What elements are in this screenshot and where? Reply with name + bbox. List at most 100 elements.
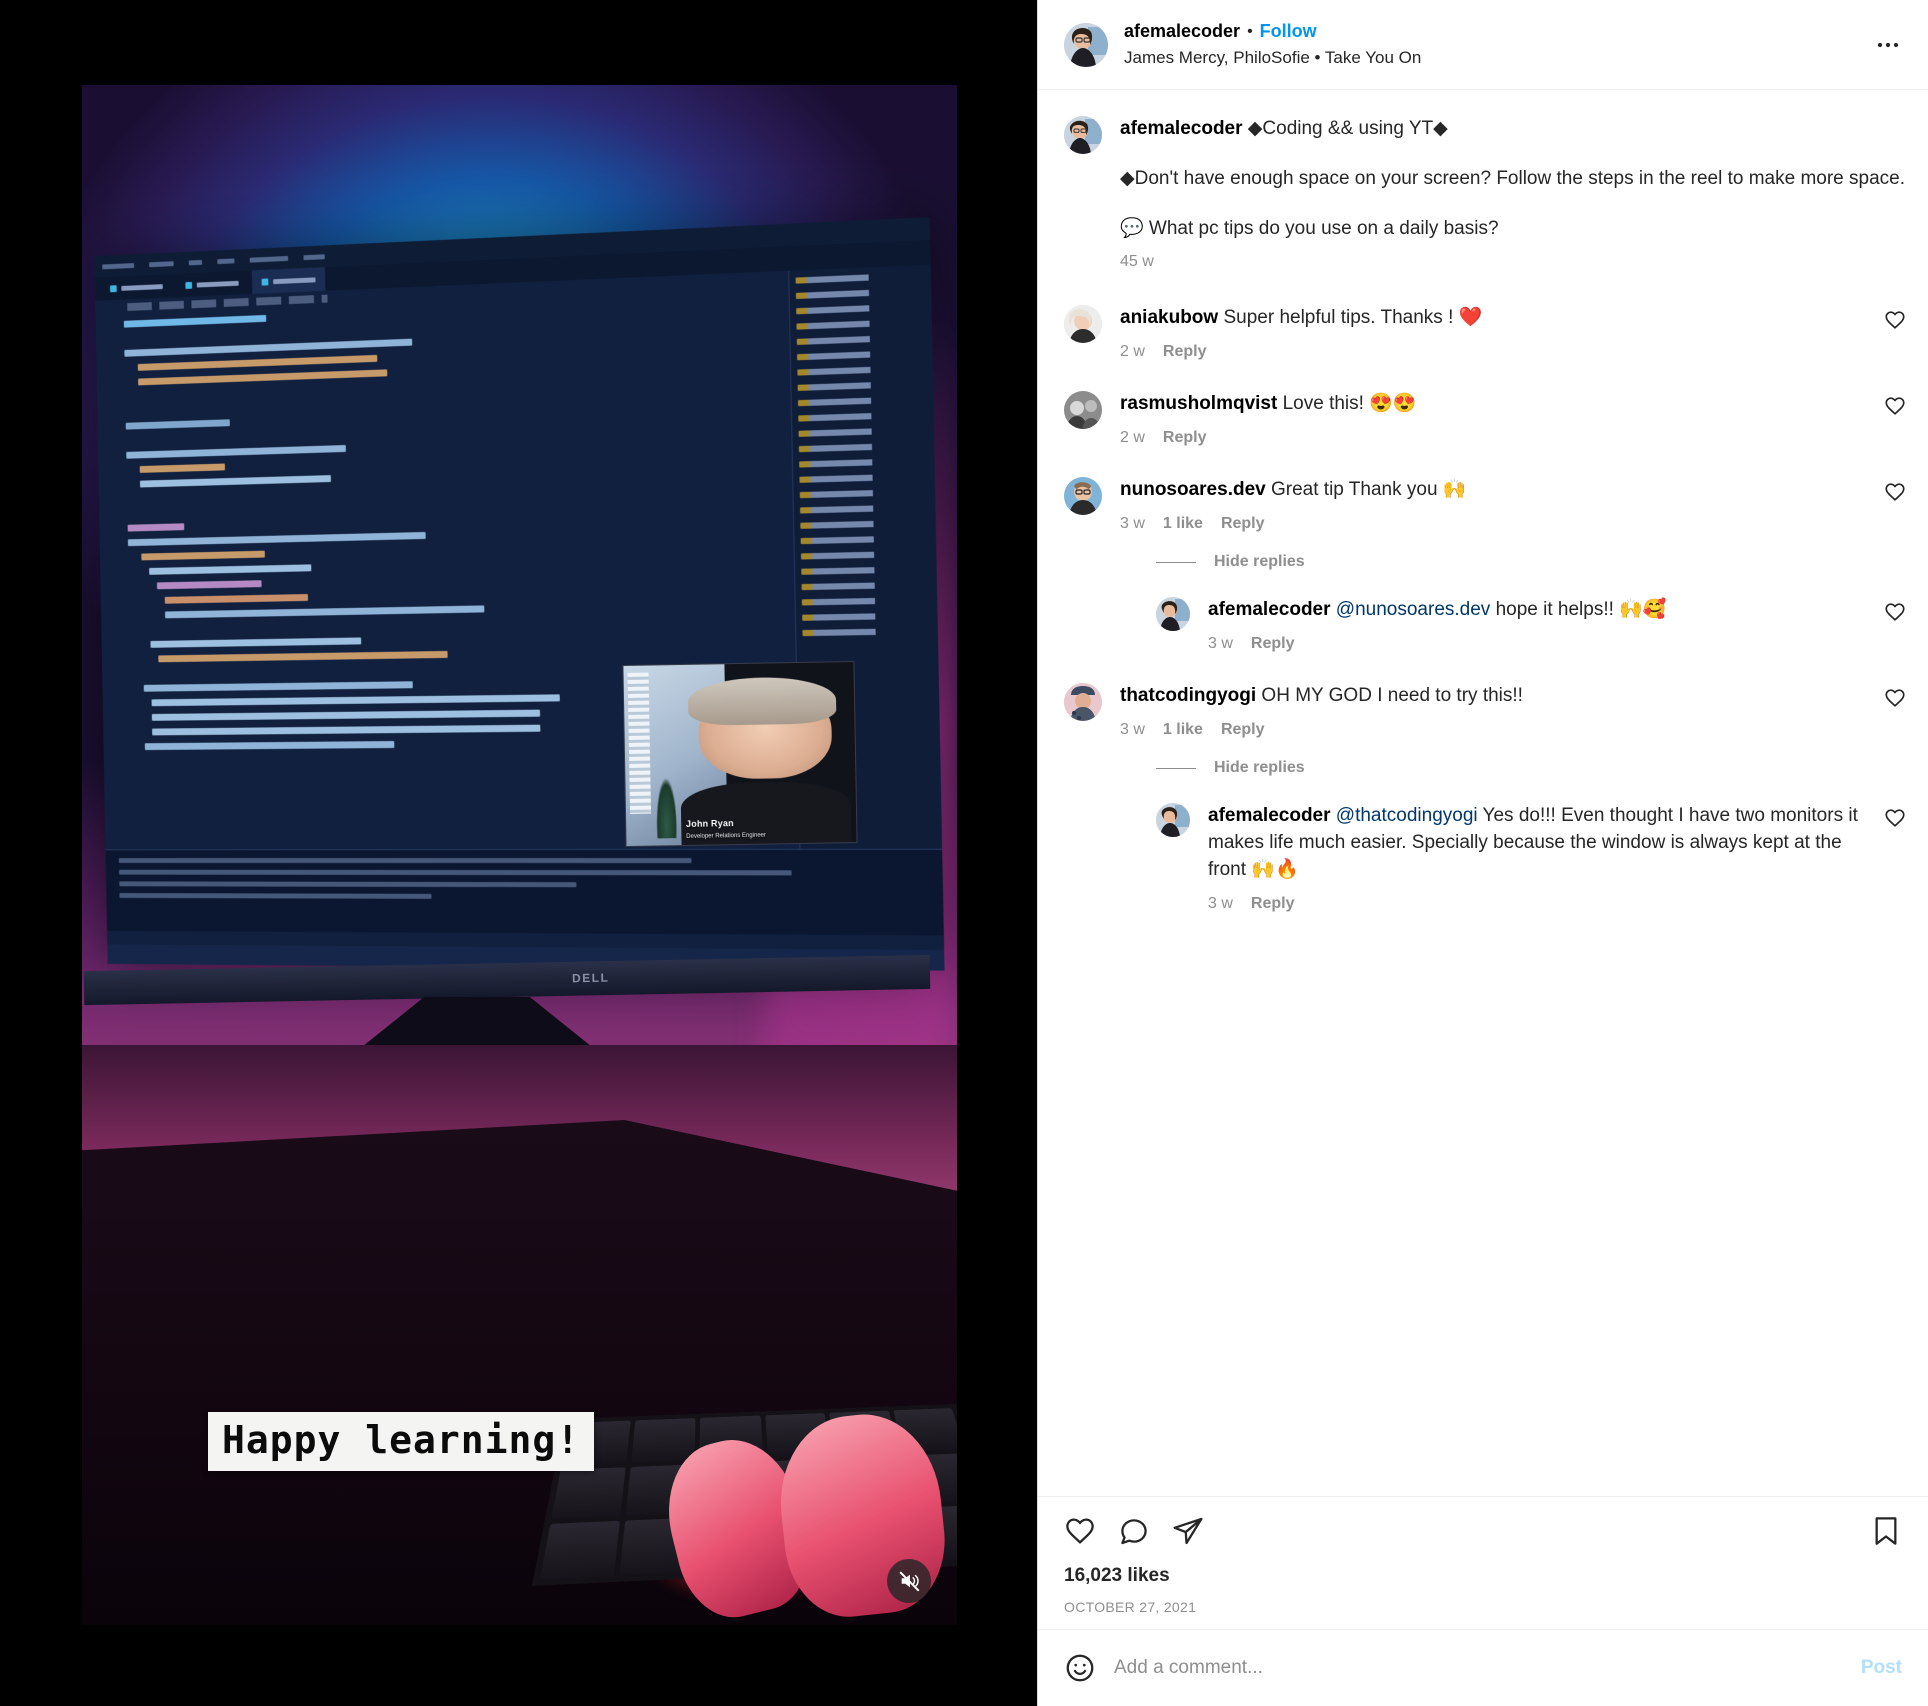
emoji-picker-button[interactable] xyxy=(1064,1652,1096,1684)
likes-count[interactable]: 16,023 likes xyxy=(1064,1565,1902,1587)
editor-terminal xyxy=(105,848,944,936)
like-comment-button[interactable] xyxy=(1870,391,1906,447)
reply-meta: 3 w Reply xyxy=(1208,895,1870,913)
comment-likes[interactable]: 1 like xyxy=(1163,515,1203,533)
picture-in-picture-video[interactable]: John Ryan Developer Relations Engineer xyxy=(622,660,858,848)
save-post-button[interactable] xyxy=(1870,1515,1902,1547)
comment-text-line: nunosoares.dev Great tip Thank you 🙌 xyxy=(1120,477,1870,504)
avatar[interactable] xyxy=(1064,22,1108,67)
comment-body: aniakubow Super helpful tips. Thanks ! ❤… xyxy=(1120,305,1870,361)
bookmark-icon xyxy=(1875,1517,1897,1545)
post-header-meta: afemalecoder • Follow James Mercy, Philo… xyxy=(1124,21,1870,68)
heart-icon xyxy=(1885,311,1905,330)
comment-item: thatcodingyogi OH MY GOD I need to try t… xyxy=(1064,683,1906,739)
audio-attribution[interactable]: James Mercy, PhiloSofie • Take You On xyxy=(1124,48,1870,68)
reply-button[interactable]: Reply xyxy=(1251,895,1295,913)
post-author-username[interactable]: afemalecoder xyxy=(1124,21,1240,43)
reply-button[interactable]: Reply xyxy=(1163,343,1207,361)
hide-replies-toggle[interactable]: Hide replies xyxy=(1156,759,1906,777)
share-icon xyxy=(1173,1517,1203,1545)
video-overlay-caption: Happy learning! xyxy=(208,1412,595,1471)
comment-text: Super helpful tips. Thanks ! ❤️ xyxy=(1218,307,1483,329)
avatar[interactable] xyxy=(1064,305,1102,344)
reply-button[interactable]: Reply xyxy=(1251,635,1295,653)
follow-button[interactable]: Follow xyxy=(1260,21,1317,43)
comment-username[interactable]: aniakubow xyxy=(1120,307,1218,328)
avatar-image xyxy=(1156,597,1190,632)
reply-text-line: afemalecoder @thatcodingyogi Yes do!!! E… xyxy=(1208,803,1870,884)
avatar[interactable] xyxy=(1064,116,1102,154)
comment-meta: 2 w Reply xyxy=(1120,429,1870,447)
avatar[interactable] xyxy=(1156,803,1190,838)
comment-post-button[interactable] xyxy=(1118,1515,1150,1547)
avatar[interactable] xyxy=(1156,597,1190,632)
comment-body: rasmusholmqvist Love this! 😍😍 2 w Reply xyxy=(1120,391,1870,447)
comment-time: 2 w xyxy=(1120,343,1145,361)
avatar[interactable] xyxy=(1064,477,1102,516)
reply-mention[interactable]: @thatcodingyogi xyxy=(1336,805,1478,826)
like-post-button[interactable] xyxy=(1064,1515,1096,1547)
comment-body: nunosoares.dev Great tip Thank you 🙌 3 w… xyxy=(1120,477,1870,533)
comment-item: aniakubow Super helpful tips. Thanks ! ❤… xyxy=(1064,305,1906,361)
reply-body: afemalecoder @nunosoares.dev hope it hel… xyxy=(1208,597,1870,653)
heart-icon xyxy=(1885,809,1905,828)
reply-username[interactable]: afemalecoder xyxy=(1208,805,1331,826)
reply-mention[interactable]: @nunosoares.dev xyxy=(1336,599,1491,620)
comment-text-line: aniakubow Super helpful tips. Thanks ! ❤… xyxy=(1120,305,1870,332)
avatar-image xyxy=(1064,22,1108,67)
post-header: afemalecoder • Follow James Mercy, Philo… xyxy=(1038,0,1928,90)
caption-username[interactable]: afemalecoder xyxy=(1120,118,1243,139)
comment-time: 2 w xyxy=(1120,429,1145,447)
more-options-button[interactable] xyxy=(1870,27,1906,63)
avatar[interactable] xyxy=(1064,391,1102,430)
add-comment-bar: Post xyxy=(1038,1629,1928,1706)
comment-text: OH MY GOD I need to try this!! xyxy=(1256,685,1523,707)
reply-button[interactable]: Reply xyxy=(1163,429,1207,447)
add-comment-input[interactable] xyxy=(1114,1657,1843,1679)
reel-video[interactable]: John Ryan Developer Relations Engineer D… xyxy=(82,85,957,1625)
caption-body: afemalecoder ◆Coding && using YT◆ ◆Don't… xyxy=(1120,116,1906,271)
comment-username[interactable]: thatcodingyogi xyxy=(1120,685,1256,706)
action-icon-row xyxy=(1064,1515,1902,1547)
comment-text-line: thatcodingyogi OH MY GOD I need to try t… xyxy=(1120,683,1870,710)
like-comment-button[interactable] xyxy=(1870,305,1906,361)
caption-paragraph-2: 💬 What pc tips do you use on a daily bas… xyxy=(1120,217,1499,239)
like-comment-button[interactable] xyxy=(1870,803,1906,913)
share-post-button[interactable] xyxy=(1172,1515,1204,1547)
reply-button[interactable]: Reply xyxy=(1221,721,1265,739)
reply-text: hope it helps!! 🙌🥰 xyxy=(1490,599,1667,621)
post-sidebar: afemalecoder • Follow James Mercy, Philo… xyxy=(1037,0,1928,1706)
pip-plant xyxy=(654,776,678,839)
comment-text: Great tip Thank you 🙌 xyxy=(1265,479,1467,501)
comment-username[interactable]: rasmusholmqvist xyxy=(1120,393,1277,414)
heart-icon xyxy=(1885,483,1905,502)
like-comment-button[interactable] xyxy=(1870,597,1906,653)
reply-username[interactable]: afemalecoder xyxy=(1208,599,1331,620)
emoji-icon xyxy=(1066,1654,1094,1682)
comment-item: rasmusholmqvist Love this! 😍😍 2 w Reply xyxy=(1064,391,1906,447)
post-header-line: afemalecoder • Follow xyxy=(1124,21,1870,43)
post-comment-button[interactable]: Post xyxy=(1861,1657,1902,1679)
mute-toggle-button[interactable] xyxy=(887,1559,931,1603)
comment-likes[interactable]: 1 like xyxy=(1163,721,1203,739)
comment-time: 3 w xyxy=(1120,515,1145,533)
editor-tab-active xyxy=(251,267,326,294)
avatar-image xyxy=(1156,803,1190,838)
caption-title: ◆Coding && using YT◆ xyxy=(1247,118,1448,139)
comment-username[interactable]: nunosoares.dev xyxy=(1120,479,1266,500)
caption-time: 45 w xyxy=(1120,253,1154,271)
reply-button[interactable]: Reply xyxy=(1221,515,1265,533)
comments-scroll-area[interactable]: afemalecoder ◆Coding && using YT◆ ◆Don't… xyxy=(1038,90,1928,1496)
like-comment-button[interactable] xyxy=(1870,683,1906,739)
reply-meta: 3 w Reply xyxy=(1208,635,1870,653)
hide-replies-toggle[interactable]: Hide replies xyxy=(1156,553,1906,571)
action-icons-left xyxy=(1064,1515,1204,1547)
avatar[interactable] xyxy=(1064,683,1102,722)
more-options-icon xyxy=(1877,42,1899,47)
avatar-image xyxy=(1064,305,1102,344)
comment-text-line: rasmusholmqvist Love this! 😍😍 xyxy=(1120,391,1870,418)
avatar-image xyxy=(1064,116,1102,154)
avatar-image xyxy=(1064,391,1102,430)
reply-time: 3 w xyxy=(1208,635,1233,653)
like-comment-button[interactable] xyxy=(1870,477,1906,533)
